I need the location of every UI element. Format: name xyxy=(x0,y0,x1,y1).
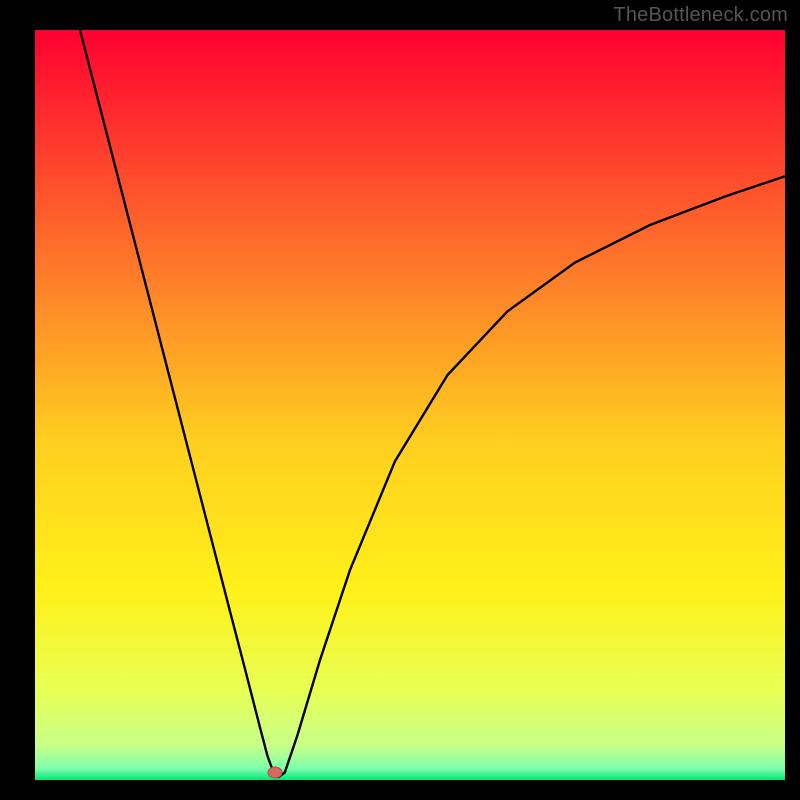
bottleneck-chart xyxy=(0,0,800,800)
plot-background xyxy=(35,30,785,780)
minimum-marker xyxy=(268,767,282,778)
chart-frame: TheBottleneck.com xyxy=(0,0,800,800)
